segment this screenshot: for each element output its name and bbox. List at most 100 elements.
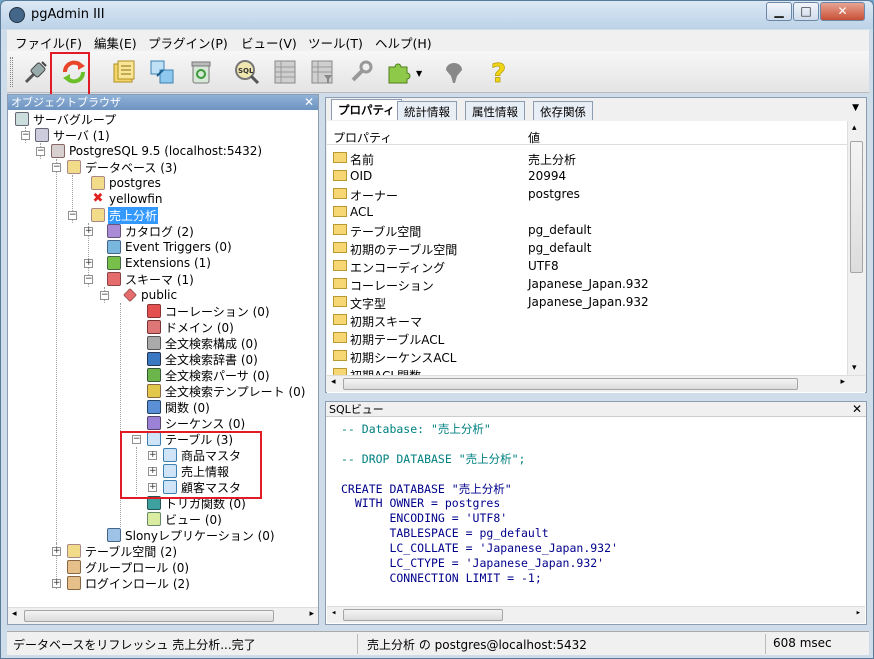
- menu-file[interactable]: ファイル(F): [15, 33, 82, 52]
- tree-node-fts-templates[interactable]: 全文検索テンプレート (0): [147, 383, 306, 399]
- tree-node-sequences[interactable]: シーケンス (0): [147, 415, 246, 431]
- scroll-down-icon[interactable]: ▾: [852, 363, 857, 373]
- property-row[interactable]: 文字型 Japanese_Japan.932: [327, 293, 847, 311]
- expand-toggle-icon[interactable]: +: [84, 227, 93, 236]
- scroll-up-icon[interactable]: ▴: [852, 123, 857, 133]
- tree-node-catalogs[interactable]: カタログ (2): [107, 223, 195, 239]
- filtered-view-icon[interactable]: [306, 56, 338, 88]
- collapse-toggle-icon[interactable]: −: [68, 211, 77, 220]
- menu-view[interactable]: ビュー(V): [241, 33, 297, 52]
- tree-node-event-triggers[interactable]: Event Triggers (0): [107, 239, 233, 255]
- scrollbar-thumb[interactable]: [343, 378, 798, 390]
- scroll-left-icon[interactable]: ◂: [331, 377, 336, 387]
- help-icon[interactable]: ?: [483, 56, 515, 88]
- property-row[interactable]: 初期シーケンスACL: [327, 347, 847, 365]
- scrollbar-thumb[interactable]: [343, 609, 503, 621]
- tree-node-db-postgres[interactable]: postgres: [91, 175, 162, 191]
- property-row[interactable]: コーレーション Japanese_Japan.932: [327, 275, 847, 293]
- tree-node-views[interactable]: ビュー (0): [147, 511, 223, 527]
- maintenance-icon[interactable]: [345, 56, 377, 88]
- view-data-icon[interactable]: [269, 56, 301, 88]
- properties-horizontal-scrollbar[interactable]: ◂ ▸: [327, 375, 865, 392]
- expand-toggle-icon[interactable]: +: [52, 579, 61, 588]
- header-property[interactable]: プロパティ: [333, 129, 392, 146]
- toolbar-grip[interactable]: [10, 57, 13, 87]
- tree-node-fts-dictionaries[interactable]: 全文検索辞書 (0): [147, 351, 259, 367]
- property-row[interactable]: 名前 売上分析: [327, 149, 847, 167]
- sql-horizontal-scrollbar[interactable]: ◂ ▸: [327, 606, 865, 623]
- tree-node-fts-configurations[interactable]: 全文検索構成 (0): [147, 335, 259, 351]
- close-button[interactable]: ✕: [820, 2, 865, 21]
- tab-statistics[interactable]: 統計情報: [397, 101, 457, 120]
- tree-node-functions[interactable]: 関数 (0): [147, 399, 211, 415]
- tree-node-slony-replication[interactable]: Slonyレプリケーション (0): [107, 527, 276, 543]
- collapse-toggle-icon[interactable]: −: [21, 131, 30, 140]
- scroll-left-icon[interactable]: ◂: [12, 609, 17, 619]
- object-browser-close-icon[interactable]: ✕: [304, 95, 314, 109]
- property-row[interactable]: OID 20994: [327, 167, 847, 185]
- expand-toggle-icon[interactable]: +: [52, 547, 61, 556]
- sql-query-icon[interactable]: SQL: [231, 56, 263, 88]
- expand-toggle-icon[interactable]: +: [84, 259, 93, 268]
- tree-node-tablespaces[interactable]: テーブル空間 (2): [67, 543, 178, 559]
- properties-vertical-scrollbar[interactable]: ▴ ▾: [847, 121, 865, 375]
- tree-node-schema-public[interactable]: public: [123, 287, 178, 303]
- tree-node-server-groups[interactable]: サーバグループ: [15, 111, 117, 127]
- delete-icon[interactable]: [185, 56, 217, 88]
- sql-editor[interactable]: -- Database: "売上分析" -- DROP DATABASE "売上…: [327, 417, 865, 623]
- property-row[interactable]: 初期スキーマ: [327, 311, 847, 329]
- collapse-toggle-icon[interactable]: −: [36, 147, 45, 156]
- tree-node-group-roles[interactable]: グループロール (0): [67, 559, 190, 575]
- scroll-left-icon[interactable]: ◂: [331, 608, 336, 618]
- property-row[interactable]: 初期テーブルACL: [327, 329, 847, 347]
- property-row[interactable]: 初期ACL関数: [327, 365, 847, 375]
- minimize-button[interactable]: ▁: [766, 2, 792, 21]
- tab-attributes[interactable]: 属性情報: [465, 101, 525, 120]
- connect-icon[interactable]: [20, 56, 52, 88]
- tree-node-fts-parsers[interactable]: 全文検索パーサ (0): [147, 367, 271, 383]
- scrollbar-thumb[interactable]: [850, 141, 863, 273]
- scroll-right-icon[interactable]: ▸: [309, 609, 314, 619]
- property-row[interactable]: エンコーディング UTF8: [327, 257, 847, 275]
- collapse-toggle-icon[interactable]: −: [84, 275, 93, 284]
- property-row[interactable]: 初期のテーブル空間 pg_default: [327, 239, 847, 257]
- scroll-right-icon[interactable]: ▸: [840, 377, 845, 387]
- create-icon[interactable]: [146, 56, 178, 88]
- property-row[interactable]: テーブル空間 pg_default: [327, 221, 847, 239]
- object-browser-horizontal-scrollbar[interactable]: ◂ ▸: [8, 607, 318, 624]
- menu-bar: ファイル(F) 編集(E) プラグイン(P) ビュー(V) ツール(T) ヘルプ…: [7, 30, 869, 51]
- collapse-toggle-icon[interactable]: −: [100, 291, 109, 300]
- tree-node-databases[interactable]: データベース (3): [67, 159, 178, 175]
- tree-node-collations[interactable]: コーレーション (0): [147, 303, 271, 319]
- scroll-right-icon[interactable]: ▸: [856, 608, 861, 618]
- scrollbar-thumb[interactable]: [24, 610, 274, 622]
- tree-node-extensions[interactable]: Extensions (1): [107, 255, 212, 271]
- hint-icon[interactable]: [438, 56, 470, 88]
- collapse-toggle-icon[interactable]: −: [52, 163, 61, 172]
- maximize-button[interactable]: □: [793, 2, 819, 21]
- menu-plugins[interactable]: プラグイン(P): [148, 33, 228, 52]
- properties-icon[interactable]: [108, 56, 140, 88]
- header-value[interactable]: 値: [528, 129, 540, 146]
- title-bar[interactable]: pgAdmin III ▁ □ ✕: [1, 1, 873, 29]
- sql-pane-close-icon[interactable]: ✕: [852, 402, 862, 416]
- tree-node-db-sales-analysis[interactable]: 売上分析: [91, 206, 159, 224]
- tabs-menu-chevron-down-icon[interactable]: ▼: [852, 103, 859, 113]
- property-icon: [333, 188, 347, 199]
- menu-tools[interactable]: ツール(T): [308, 33, 363, 52]
- tree-node-schemas[interactable]: スキーマ (1): [107, 271, 195, 287]
- tree-node-db-yellowfin[interactable]: ✖ yellowfin: [91, 191, 163, 207]
- tree-node-domains[interactable]: ドメイン (0): [147, 319, 235, 335]
- tree-node-login-roles[interactable]: ログインロール (2): [67, 575, 191, 591]
- property-row[interactable]: オーナー postgres: [327, 185, 847, 203]
- plugins-dropdown-chevron-down-icon[interactable]: ▼: [416, 69, 422, 78]
- menu-edit[interactable]: 編集(E): [94, 33, 137, 52]
- tree-node-postgresql-server[interactable]: PostgreSQL 9.5 (localhost:5432): [51, 143, 263, 159]
- property-row[interactable]: ACL: [327, 203, 847, 221]
- object-browser-title: オブジェクトブラウザ: [8, 95, 318, 110]
- plugins-icon[interactable]: [382, 56, 414, 88]
- tab-dependencies[interactable]: 依存関係: [533, 101, 593, 120]
- tab-properties[interactable]: プロパティ: [331, 99, 402, 120]
- menu-help[interactable]: ヘルプ(H): [375, 33, 432, 52]
- tree-node-servers[interactable]: サーバ (1): [35, 127, 111, 143]
